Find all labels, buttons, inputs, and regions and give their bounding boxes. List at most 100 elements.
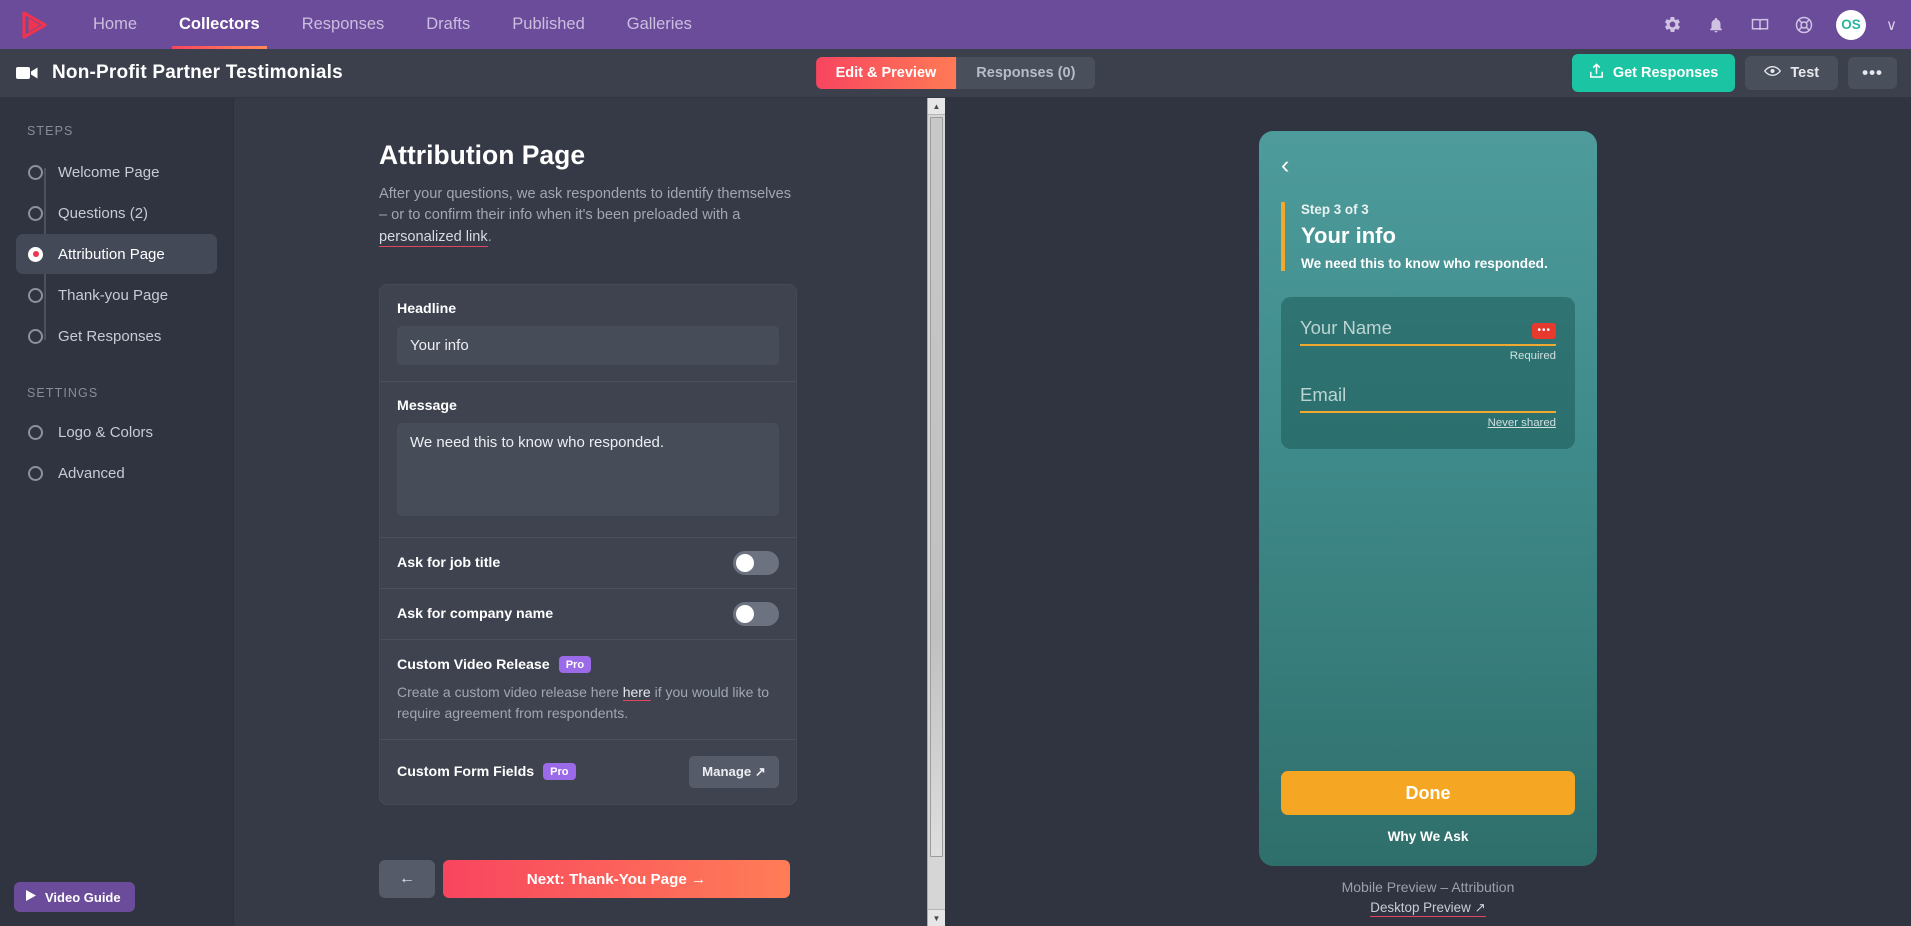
custom-video-release-help: Create a custom video release here here … — [397, 682, 779, 723]
editor-description-text-b: . — [487, 228, 492, 245]
headline-row: Headline — [380, 285, 796, 383]
step-bullet-icon — [28, 424, 43, 440]
top-navigation-bar: Home Collectors Responses Drafts Publish… — [0, 0, 1911, 49]
bell-icon[interactable] — [1704, 13, 1728, 37]
sidebar-item-label: Advanced — [58, 464, 125, 482]
custom-form-fields-label: Custom Form Fields — [397, 763, 535, 780]
tab-edit-preview[interactable]: Edit & Preview — [815, 57, 957, 89]
manage-button[interactable]: Manage ↗ — [689, 755, 779, 788]
app-logo-icon[interactable] — [16, 8, 50, 42]
scroll-down-arrow-icon[interactable]: ▼ — [928, 909, 945, 926]
ask-job-title-label: Ask for job title — [397, 555, 501, 572]
editor-scroll-area: Attribution Page After your questions, w… — [234, 98, 945, 926]
ask-company-name-toggle[interactable] — [733, 602, 779, 627]
tab-responses[interactable]: Responses (0) — [956, 57, 1095, 89]
custom-form-fields-row: Custom Form Fields Pro Manage ↗ — [380, 740, 796, 804]
lifebuoy-icon[interactable] — [1792, 13, 1816, 37]
back-button[interactable]: ← — [379, 860, 435, 898]
nav-item-responses[interactable]: Responses — [281, 0, 406, 49]
step-bullet-active-icon — [28, 246, 43, 262]
nav-item-drafts[interactable]: Drafts — [405, 0, 491, 49]
main-body: STEPS Welcome Page Questions (2) Attribu… — [0, 98, 1911, 926]
mobile-preview-frame: ‹ Step 3 of 3 Your info We need this to … — [1259, 131, 1597, 866]
nav-item-galleries[interactable]: Galleries — [606, 0, 713, 49]
page-title: Non-Profit Partner Testimonials — [52, 62, 343, 83]
editor-content: Attribution Page After your questions, w… — [379, 140, 797, 805]
preview-field-line[interactable]: Your Name ••• — [1300, 317, 1556, 346]
scrollbar-thumb[interactable] — [930, 117, 943, 857]
video-camera-icon — [16, 65, 38, 81]
required-indicator-icon: ••• — [1532, 323, 1556, 339]
sidebar-item-get-responses[interactable]: Get Responses — [16, 316, 217, 356]
editor-description-text-a: After your questions, we ask respondents… — [379, 186, 792, 224]
avatar[interactable]: OS — [1836, 9, 1867, 40]
sidebar-item-label: Logo & Colors — [58, 423, 154, 441]
preview-fields-card: Your Name ••• Required Email Never share… — [1281, 297, 1575, 449]
sidebar-item-label: Questions (2) — [58, 204, 149, 222]
preview-panel: ‹ › ‹ Step 3 of 3 Your info We need this… — [945, 98, 1911, 926]
scroll-up-arrow-icon[interactable]: ▲ — [928, 98, 945, 115]
headline-label: Headline — [397, 301, 457, 318]
headline-input[interactable] — [397, 326, 779, 366]
here-link[interactable]: here — [622, 684, 651, 702]
message-textarea[interactable]: We need this to know who responded. — [397, 423, 779, 517]
nav-item-collectors[interactable]: Collectors — [158, 0, 281, 49]
get-responses-button[interactable]: Get Responses — [1571, 54, 1736, 92]
personalized-link[interactable]: personalized link — [379, 228, 488, 247]
top-nav-actions: OS ∨ — [1660, 0, 1897, 49]
toggle-knob — [736, 605, 754, 624]
why-we-ask-link[interactable]: Why We Ask — [1281, 829, 1575, 844]
gear-icon[interactable] — [1660, 13, 1684, 37]
attribution-settings-card: Headline Message We need this to know wh… — [379, 284, 797, 805]
custom-video-release-header: Custom Video Release Pro — [397, 656, 779, 674]
sidebar-steps-list: Welcome Page Questions (2) Attribution P… — [0, 152, 233, 356]
view-mode-tabs: Edit & Preview Responses (0) — [815, 57, 1096, 89]
book-icon[interactable] — [1748, 13, 1772, 37]
ask-job-title-toggle[interactable] — [733, 551, 779, 576]
message-row: Message We need this to know who respond… — [380, 382, 796, 539]
pro-badge: Pro — [558, 656, 592, 674]
step-bullet-icon — [28, 287, 43, 303]
pro-badge: Pro — [543, 763, 576, 781]
sidebar-item-welcome-page[interactable]: Welcome Page — [16, 152, 217, 192]
nav-item-home[interactable]: Home — [72, 0, 158, 49]
video-guide-label: Video Guide — [45, 889, 121, 905]
preview-field-line[interactable]: Email — [1300, 384, 1556, 413]
preview-field-your-name: Your Name ••• Required — [1300, 317, 1556, 362]
ask-company-name-row: Ask for company name — [380, 589, 796, 641]
more-options-button[interactable]: ••• — [1848, 56, 1897, 90]
step-bullet-icon — [28, 164, 43, 180]
ask-job-title-row: Ask for job title — [380, 538, 796, 590]
custom-form-fields-header: Custom Form Fields Pro — [397, 763, 576, 781]
preview-footer: Done Why We Ask — [1281, 771, 1575, 844]
test-button[interactable]: Test — [1745, 56, 1839, 90]
sidebar-item-advanced[interactable]: Advanced — [16, 453, 217, 493]
video-guide-button[interactable]: Video Guide — [14, 882, 135, 912]
chevron-down-icon[interactable]: ∨ — [1886, 16, 1897, 34]
sidebar-settings-section: SETTINGS Logo & Colors Advanced — [0, 386, 233, 493]
editor-bottom-nav: ← Next: Thank-You Page → — [379, 860, 790, 898]
preview-caption: Mobile Preview – Attribution — [1341, 879, 1515, 895]
sidebar-item-label: Thank-you Page — [58, 286, 169, 304]
eye-icon — [1764, 65, 1782, 81]
sidebar-item-attribution-page[interactable]: Attribution Page — [16, 234, 217, 274]
sidebar-item-logo-colors[interactable]: Logo & Colors — [16, 412, 217, 452]
play-icon — [25, 889, 37, 905]
preview-field-email: Email Never shared — [1300, 384, 1556, 429]
preview-back-chevron-icon[interactable]: ‹ — [1281, 153, 1575, 178]
editor-scrollbar[interactable]: ▲ ▼ — [927, 98, 945, 926]
sidebar-item-thank-you-page[interactable]: Thank-you Page — [16, 275, 217, 315]
desktop-preview-row: Desktop Preview ↗ — [1259, 899, 1597, 917]
preview-field-hint: Required — [1509, 350, 1556, 362]
primary-nav-items: Home Collectors Responses Drafts Publish… — [72, 0, 713, 49]
done-button[interactable]: Done — [1281, 771, 1575, 815]
desktop-preview-link[interactable]: Desktop Preview ↗ — [1370, 900, 1486, 917]
preview-field-placeholder: Email — [1300, 384, 1347, 405]
sidebar-item-questions[interactable]: Questions (2) — [16, 193, 217, 233]
preview-field-hint: Never shared — [1487, 417, 1556, 429]
test-label: Test — [1790, 65, 1820, 81]
step-bullet-icon — [28, 328, 43, 344]
ask-company-name-label: Ask for company name — [397, 606, 554, 623]
nav-item-published[interactable]: Published — [491, 0, 605, 49]
next-button[interactable]: Next: Thank-You Page → — [443, 860, 790, 898]
